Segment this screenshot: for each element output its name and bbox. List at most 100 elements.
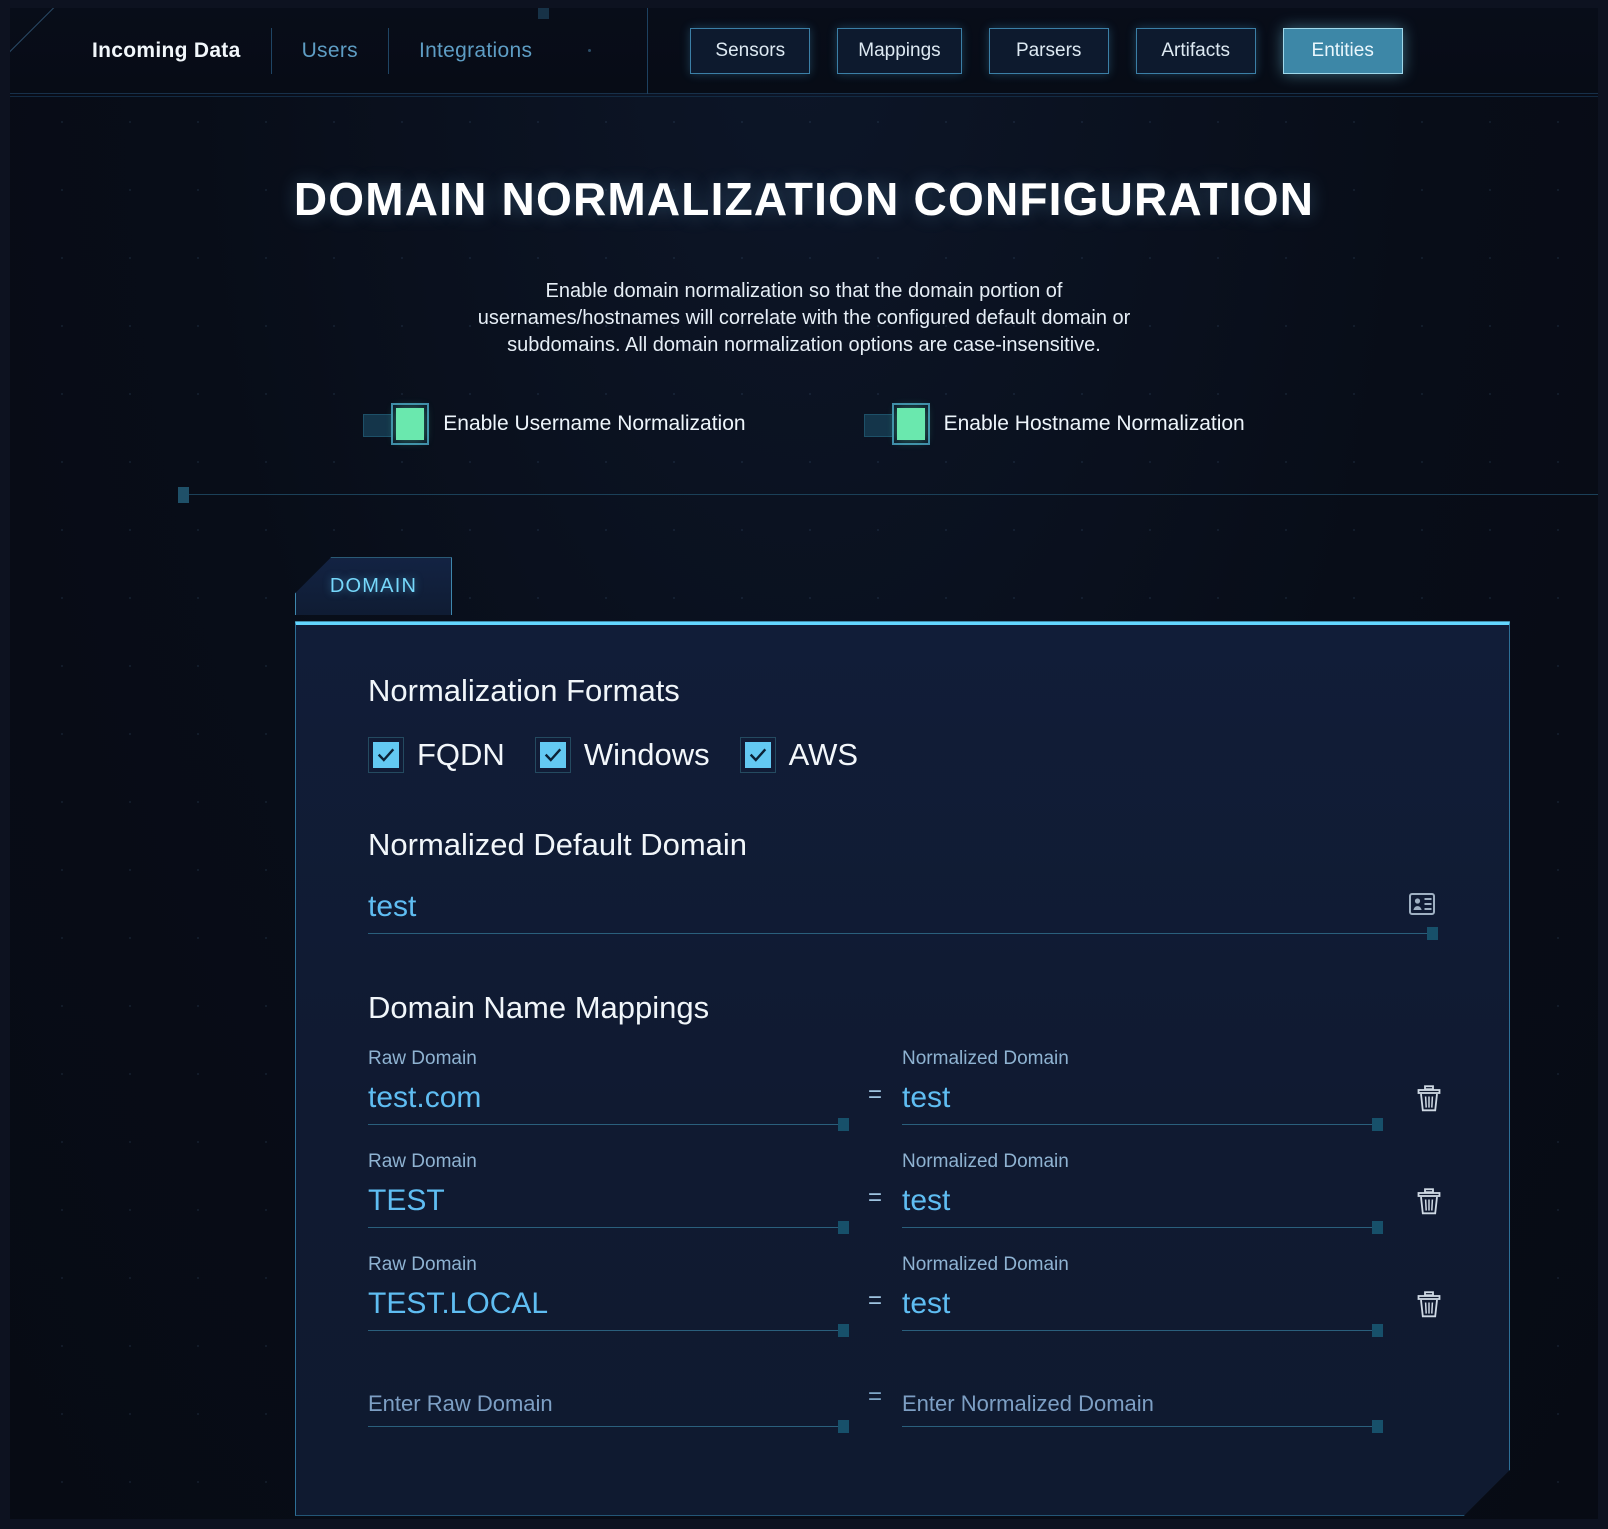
new-normalized-domain-field: Enter Normalized Domain [902, 1379, 1382, 1426]
normalized-domain-field: Normalized Domain test [902, 1151, 1382, 1228]
input-underline: test [902, 1076, 1382, 1125]
toggle-username-normalization-label: Enable Username Normalization [443, 412, 745, 436]
toggle-switch-on-icon[interactable] [864, 412, 926, 436]
equals-sign: = [848, 1081, 902, 1125]
tab-mappings[interactable]: Mappings [837, 28, 961, 74]
normalized-domain-input[interactable]: test [902, 1179, 1382, 1221]
nav-item-users-label: Users [302, 39, 358, 62]
checkbox-windows-label: Windows [584, 737, 710, 773]
input-underline: test [368, 885, 1437, 934]
tab-domain-label: DOMAIN [330, 575, 417, 598]
normalized-domain-label: Normalized Domain [902, 1254, 1382, 1276]
tab-domain[interactable]: DOMAIN [295, 557, 452, 615]
normalized-domain-label: Normalized Domain [902, 1048, 1382, 1070]
tab-artifacts-label: Artifacts [1161, 40, 1230, 61]
mapping-row: Raw Domain test.com = Normalized Domain … [368, 1048, 1437, 1125]
tab-parsers[interactable]: Parsers [989, 28, 1109, 74]
toggle-hostname-normalization-label: Enable Hostname Normalization [944, 412, 1245, 436]
normalized-default-domain-field: test [368, 885, 1437, 934]
id-card-icon[interactable] [1409, 893, 1435, 920]
delete-mapping-button[interactable] [1382, 1188, 1442, 1228]
toggle-username-normalization[interactable]: Enable Username Normalization [363, 412, 745, 436]
checkbox-fqdn-label: FQDN [417, 737, 505, 773]
raw-domain-input[interactable]: TEST.LOCAL [368, 1282, 848, 1324]
normalization-formats-group: FQDN Windows [368, 737, 1437, 773]
normalization-toggles: Enable Username Normalization Enable Hos… [10, 412, 1598, 436]
new-mapping-row: Enter Raw Domain = Enter Normalized Doma… [368, 1379, 1437, 1426]
input-underline: Enter Raw Domain [368, 1379, 848, 1426]
top-navigation-bar: Incoming Data Users Integrations Sensors… [10, 8, 1598, 94]
raw-domain-label: Raw Domain [368, 1048, 848, 1070]
normalized-domain-field: Normalized Domain test [902, 1254, 1382, 1331]
checkbox-aws-label: AWS [789, 737, 858, 773]
trash-icon [1416, 1188, 1442, 1220]
normalized-domain-field: Normalized Domain test [902, 1048, 1382, 1125]
delete-mapping-button[interactable] [1382, 1085, 1442, 1125]
input-underline: test.com [368, 1076, 848, 1125]
toggle-switch-on-icon[interactable] [363, 412, 425, 436]
trash-icon [1416, 1085, 1442, 1117]
nav-dot-marker [588, 49, 591, 52]
trash-icon [1416, 1291, 1442, 1323]
corner-decoration [10, 8, 66, 64]
section-divider [178, 494, 1598, 495]
delete-mapping-button[interactable] [1382, 1291, 1442, 1331]
secondary-nav: Sensors Mappings Parsers Artifacts Entit… [690, 28, 1402, 74]
domain-name-mappings-title: Domain Name Mappings [368, 990, 1437, 1026]
checkbox-checked-icon[interactable] [740, 737, 776, 773]
domain-panel-wrapper: DOMAIN Normalization Formats FQDN [295, 557, 1510, 1515]
equals-sign: = [848, 1184, 902, 1228]
input-underline: TEST.LOCAL [368, 1282, 848, 1331]
input-underline: test [902, 1282, 1382, 1331]
input-underline: test [902, 1179, 1382, 1228]
checkbox-aws[interactable]: AWS [740, 737, 858, 773]
input-underline: Enter Normalized Domain [902, 1379, 1382, 1426]
nav-item-integrations[interactable]: Integrations [389, 20, 562, 82]
normalized-default-domain-title: Normalized Default Domain [368, 827, 1437, 863]
nav-item-integrations-label: Integrations [419, 39, 532, 62]
normalized-domain-input[interactable]: test [902, 1282, 1382, 1324]
raw-domain-field: Raw Domain TEST.LOCAL [368, 1254, 848, 1331]
equals-sign: = [848, 1287, 902, 1331]
tab-entities[interactable]: Entities [1283, 28, 1403, 74]
normalization-formats-title: Normalization Formats [368, 673, 1437, 709]
raw-domain-field: Raw Domain test.com [368, 1048, 848, 1125]
checkbox-checked-icon[interactable] [368, 737, 404, 773]
page-header: DOMAIN NORMALIZATION CONFIGURATION Enabl… [10, 172, 1598, 358]
input-underline: TEST [368, 1179, 848, 1228]
new-raw-domain-input[interactable]: Enter Raw Domain [368, 1379, 848, 1419]
raw-domain-label: Raw Domain [368, 1254, 848, 1276]
tab-sensors[interactable]: Sensors [690, 28, 810, 74]
nav-divider-notch [538, 8, 549, 19]
toggle-knob [391, 403, 429, 445]
normalized-domain-input[interactable]: test [902, 1076, 1382, 1118]
nav-item-incoming-data[interactable]: Incoming Data [62, 20, 271, 82]
primary-nav: Incoming Data Users Integrations [62, 20, 562, 82]
domain-configuration-panel: Normalization Formats FQDN [295, 621, 1510, 1515]
raw-domain-label: Raw Domain [368, 1151, 848, 1173]
tab-entities-label: Entities [1312, 40, 1374, 61]
tab-mappings-label: Mappings [858, 40, 940, 61]
raw-domain-input[interactable]: TEST [368, 1179, 848, 1221]
toggle-hostname-normalization[interactable]: Enable Hostname Normalization [864, 412, 1245, 436]
new-normalized-domain-input[interactable]: Enter Normalized Domain [902, 1379, 1382, 1419]
nav-section-divider [647, 8, 648, 94]
checkbox-windows[interactable]: Windows [535, 737, 710, 773]
mapping-row: Raw Domain TEST = Normalized Domain test [368, 1151, 1437, 1228]
tab-parsers-label: Parsers [1016, 40, 1081, 61]
raw-domain-input[interactable]: test.com [368, 1076, 848, 1118]
page-title: DOMAIN NORMALIZATION CONFIGURATION [10, 172, 1598, 226]
normalized-domain-label: Normalized Domain [902, 1151, 1382, 1173]
page-description: Enable domain normalization so that the … [459, 278, 1149, 358]
mapping-row: Raw Domain TEST.LOCAL = Normalized Domai… [368, 1254, 1437, 1331]
checkbox-checked-icon[interactable] [535, 737, 571, 773]
tab-artifacts[interactable]: Artifacts [1136, 28, 1256, 74]
normalized-default-domain-input[interactable]: test [368, 885, 1367, 927]
raw-domain-field: Raw Domain TEST [368, 1151, 848, 1228]
app-root: Incoming Data Users Integrations Sensors… [10, 8, 1598, 1519]
nav-item-incoming-data-label: Incoming Data [92, 39, 241, 62]
checkbox-fqdn[interactable]: FQDN [368, 737, 505, 773]
new-raw-domain-field: Enter Raw Domain [368, 1379, 848, 1426]
equals-sign: = [848, 1383, 902, 1427]
nav-item-users[interactable]: Users [272, 20, 388, 82]
